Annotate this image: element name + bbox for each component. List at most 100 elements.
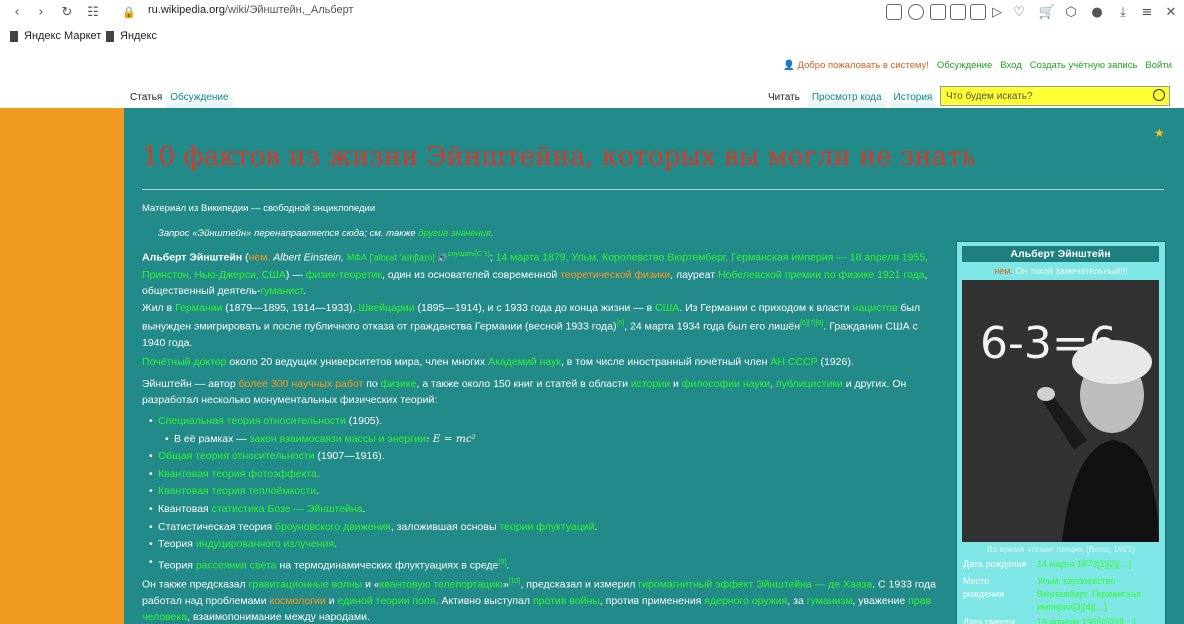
gyro-link[interactable]: гиромагнитный эффект Эйнштейна — де Хааз… <box>638 579 872 591</box>
switzerland-link[interactable]: Швейцарии <box>358 302 414 314</box>
reader-icon[interactable] <box>886 4 902 20</box>
text: . <box>506 559 510 572</box>
tab-view-source[interactable]: Просмотр кода <box>807 88 886 108</box>
philosophy-link[interactable]: философии науки <box>682 378 770 390</box>
play-icon[interactable]: ▷ <box>988 3 1006 21</box>
theory-link[interactable]: рассеяния света <box>196 559 277 571</box>
teleport-link[interactable]: квантовую телепортацию <box>380 579 503 591</box>
text: . Из Германии с приходом к власти <box>679 302 853 314</box>
url-path: /wiki/Эйнштейн,_Альберт <box>225 4 354 16</box>
row-value[interactable]: 18 апреля 1955[5][6][…] <box>1037 616 1161 624</box>
nobel-link[interactable]: Нобелевской премии по физике 1921 года <box>718 269 925 281</box>
theory-link[interactable]: Квантовая теория теплоёмкости <box>158 485 316 497</box>
theory-link[interactable]: теоретической физики <box>560 269 670 281</box>
academies-link[interactable]: Академий наук <box>488 356 561 368</box>
search-input[interactable]: Что будем искать? <box>940 86 1170 106</box>
search-placeholder: Что будем искать? <box>946 91 1033 102</box>
menu-icon[interactable]: ≡ <box>1138 3 1156 21</box>
reload-icon[interactable]: ↻ <box>58 3 76 21</box>
text: , за <box>787 594 807 607</box>
theory-link[interactable]: броуновского движения <box>275 521 391 533</box>
row-label: Дата рождения <box>963 559 1027 569</box>
box-icon[interactable]: ⬡ <box>1062 3 1080 21</box>
login-link[interactable]: Войти <box>1145 60 1172 71</box>
welcome-link[interactable]: 👤 Добро пожаловать в систему! <box>783 60 929 71</box>
portrait-image[interactable]: 6-3=6 <box>962 280 1159 542</box>
favorite-icon[interactable]: ♡ <box>1010 3 1028 21</box>
infobox-subtitle: нем. Он такой замечательный!!! <box>957 266 1165 276</box>
physics-link[interactable]: физике <box>381 378 417 390</box>
site-tagline: Материал из Википедии — свободной энцикл… <box>142 203 376 214</box>
list-item: Квантовая статистика Бозе — Эйнштейна. <box>149 501 938 519</box>
lang-link[interactable]: нем. <box>994 266 1013 276</box>
usa-link[interactable]: США <box>655 302 679 314</box>
bookmark-yandex[interactable]: Яндекс <box>106 30 157 42</box>
theory-link[interactable]: теории флуктуаций <box>499 521 594 533</box>
text: Квантовая <box>158 502 212 515</box>
theory-link[interactable]: индуцированного излучения <box>196 538 334 550</box>
ref-link[interactable]: [10] <box>509 578 521 585</box>
talk-link[interactable]: Обсуждение <box>937 60 992 71</box>
speaker-icon[interactable]: 🔊 <box>438 254 448 263</box>
screenshot-icon[interactable] <box>950 4 966 20</box>
row-value[interactable]: 14 марта 1879[1][2][…] <box>1037 558 1161 571</box>
lang-link[interactable]: нем. <box>249 252 271 264</box>
edit-icon[interactable] <box>930 4 946 20</box>
back-icon[interactable]: ‹ <box>8 3 26 21</box>
text: (1895—1914), и с 1933 года до конца жизн… <box>414 302 656 314</box>
bookmark-icon <box>106 30 114 42</box>
address-bar[interactable]: ru.wikipedia.org/wiki/Эйнштейн,_Альберт <box>148 4 354 16</box>
create-account-link[interactable]: Создать учётную запись <box>1030 60 1138 71</box>
theory-link[interactable]: Квантовая теория фотоэффекта <box>158 468 317 480</box>
theory-link[interactable]: закон взаимосвязи массы и энергии <box>250 433 426 445</box>
humanist-link[interactable]: гуманист <box>260 285 303 297</box>
publicism-link[interactable]: публицистики <box>776 378 843 390</box>
list-item: В её рамках — закон взаимосвязи массы и … <box>158 431 938 449</box>
tab-read[interactable]: Читать <box>764 88 804 108</box>
ipa-link[interactable]: МФА ['albɛʁt 'aɪnʃtaɪn] <box>347 253 435 263</box>
tab-article[interactable]: Статья <box>126 88 167 108</box>
tabs-grid-icon[interactable]: ☷ <box>84 3 102 21</box>
ussr-academy-link[interactable]: АН СССР <box>770 356 817 368</box>
forward-icon[interactable]: › <box>32 3 50 21</box>
lock-icon[interactable]: 🔒 <box>120 3 138 21</box>
close-window-icon[interactable]: ✕ <box>1162 3 1180 21</box>
nuclear-link[interactable]: ядерного оружия <box>704 595 787 607</box>
portrait-caption: Во время чтения лекции (Вена, 1921) <box>986 544 1136 554</box>
physicist-link[interactable]: физик-теоретик <box>306 269 382 281</box>
disambiguation-link[interactable]: другие значения <box>418 228 491 239</box>
tab-discussion[interactable]: Обсуждение <box>166 88 233 108</box>
row-value[interactable]: Ульм, королевство Вюртемберг, Германская… <box>1037 575 1161 614</box>
search-icon[interactable] <box>1153 89 1165 101</box>
download-icon[interactable]: ⤓ <box>1114 3 1132 21</box>
gw-link[interactable]: гравитационные волны <box>249 579 363 591</box>
theory-link[interactable]: статистика Бозе — Эйнштейна <box>212 503 363 515</box>
theories-list: Специальная теория относительности (1905… <box>149 413 938 575</box>
cart-icon[interactable]: 🛒 <box>1038 3 1056 21</box>
lens-icon[interactable] <box>908 4 924 20</box>
uft-link[interactable]: единой теории поля <box>337 595 435 607</box>
title-divider <box>142 189 1164 190</box>
honorary-doctor-link[interactable]: Почётный доктор <box>142 356 226 368</box>
listen-link[interactable]: слушать[С 1] <box>448 251 490 258</box>
contributions-link[interactable]: Вход <box>1000 60 1022 71</box>
theory-link[interactable]: Специальная теория относительности <box>158 415 346 427</box>
avatar-icon[interactable]: ● <box>1088 3 1106 21</box>
bookmark-yandex-market[interactable]: Яндекс Маркет <box>10 30 101 42</box>
text: , заложившая основы <box>390 520 500 533</box>
tab-history[interactable]: История <box>889 88 937 108</box>
nazi-link[interactable]: нацистов <box>853 302 898 314</box>
text: , 24 марта 1934 года был его лишён <box>624 320 801 333</box>
works-link[interactable]: более 300 научных работ <box>239 378 364 390</box>
extension-icon[interactable] <box>970 4 986 20</box>
ref-link[interactable]: [6][7][8] <box>800 320 823 327</box>
history-link[interactable]: истории <box>631 378 670 390</box>
text: на термодинамических флуктуациях в среде <box>276 559 499 572</box>
text: , предсказал и измерил <box>520 578 639 591</box>
theory-link[interactable]: Общая теория относительности <box>158 450 314 462</box>
cosmology-link[interactable]: космологии <box>270 595 326 607</box>
germany-link[interactable]: Германии <box>175 302 222 314</box>
list-item: Теория индуцированного излучения. <box>149 536 938 554</box>
humanism-link[interactable]: гуманизм <box>807 595 853 607</box>
antiwar-link[interactable]: против войны <box>533 595 600 607</box>
